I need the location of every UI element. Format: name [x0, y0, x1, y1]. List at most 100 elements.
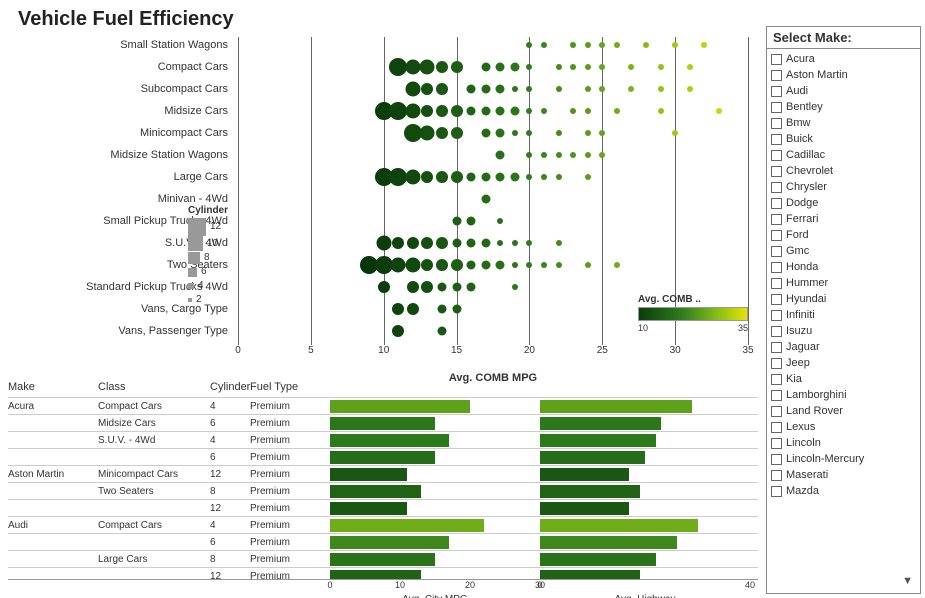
make-filter-item[interactable]: Acura	[771, 51, 916, 67]
data-point[interactable]	[556, 262, 562, 268]
checkbox-icon[interactable]	[771, 198, 782, 209]
data-point[interactable]	[376, 236, 391, 251]
checkbox-icon[interactable]	[771, 262, 782, 273]
data-point[interactable]	[496, 107, 505, 116]
data-point[interactable]	[405, 104, 420, 119]
data-point[interactable]	[467, 283, 476, 292]
table-row[interactable]: Two Seaters8Premium	[8, 482, 758, 499]
checkbox-icon[interactable]	[771, 278, 782, 289]
data-point[interactable]	[585, 152, 591, 158]
data-point[interactable]	[481, 107, 490, 116]
checkbox-icon[interactable]	[771, 374, 782, 385]
data-point[interactable]	[526, 64, 532, 70]
data-point[interactable]	[541, 42, 547, 48]
table-row[interactable]: 12Premium	[8, 499, 758, 516]
data-point[interactable]	[436, 259, 448, 271]
make-filter-item[interactable]: Honda	[771, 259, 916, 275]
data-point[interactable]	[436, 61, 448, 73]
data-point[interactable]	[526, 42, 532, 48]
data-point[interactable]	[526, 262, 532, 268]
data-point[interactable]	[452, 239, 461, 248]
data-point[interactable]	[405, 60, 420, 75]
checkbox-icon[interactable]	[771, 134, 782, 145]
make-filter-item[interactable]: Hummer	[771, 275, 916, 291]
data-point[interactable]	[512, 262, 518, 268]
data-point[interactable]	[585, 86, 591, 92]
data-point[interactable]	[405, 170, 420, 185]
make-filter-item[interactable]: Dodge	[771, 195, 916, 211]
checkbox-icon[interactable]	[771, 390, 782, 401]
data-point[interactable]	[556, 130, 562, 136]
make-filter-item[interactable]: Aston Martin	[771, 67, 916, 83]
data-point[interactable]	[438, 305, 447, 314]
table-row[interactable]: 12Premium	[8, 567, 758, 579]
data-point[interactable]	[451, 127, 463, 139]
data-point[interactable]	[570, 108, 576, 114]
data-point[interactable]	[556, 152, 562, 158]
data-point[interactable]	[541, 108, 547, 114]
make-filter-item[interactable]: Hyundai	[771, 291, 916, 307]
data-point[interactable]	[452, 283, 461, 292]
table-row[interactable]: Aston MartinMinicompact Cars12Premium	[8, 465, 758, 482]
make-filter-item[interactable]: Cadillac	[771, 147, 916, 163]
data-point[interactable]	[436, 127, 448, 139]
data-point[interactable]	[556, 86, 562, 92]
data-point[interactable]	[496, 173, 505, 182]
checkbox-icon[interactable]	[771, 486, 782, 497]
data-point[interactable]	[421, 259, 433, 271]
data-point[interactable]	[420, 126, 435, 141]
make-filter-item[interactable]: Gmc	[771, 243, 916, 259]
data-point[interactable]	[585, 262, 591, 268]
checkbox-icon[interactable]	[771, 182, 782, 193]
data-point[interactable]	[658, 86, 664, 92]
checkbox-icon[interactable]	[771, 422, 782, 433]
table-row[interactable]: AcuraCompact Cars4Premium	[8, 397, 758, 414]
data-point[interactable]	[451, 259, 463, 271]
checkbox-icon[interactable]	[771, 230, 782, 241]
checkbox-icon[interactable]	[771, 454, 782, 465]
checkbox-icon[interactable]	[771, 310, 782, 321]
data-point[interactable]	[526, 108, 532, 114]
data-point[interactable]	[438, 327, 447, 336]
data-point[interactable]	[541, 262, 547, 268]
data-point[interactable]	[451, 105, 463, 117]
make-filter-item[interactable]: Ford	[771, 227, 916, 243]
data-point[interactable]	[510, 63, 519, 72]
checkbox-icon[interactable]	[771, 342, 782, 353]
data-point[interactable]	[599, 86, 605, 92]
data-point[interactable]	[585, 64, 591, 70]
checkbox-icon[interactable]	[771, 102, 782, 113]
data-point[interactable]	[599, 42, 605, 48]
make-filter-item[interactable]: Land Rover	[771, 403, 916, 419]
data-point[interactable]	[451, 171, 463, 183]
data-point[interactable]	[496, 63, 505, 72]
data-point[interactable]	[392, 325, 404, 337]
data-point[interactable]	[467, 107, 476, 116]
data-point[interactable]	[391, 258, 406, 273]
make-filter-item[interactable]: Jaguar	[771, 339, 916, 355]
table-row[interactable]: 6Premium	[8, 533, 758, 550]
data-point[interactable]	[421, 237, 433, 249]
data-point[interactable]	[672, 130, 678, 136]
checkbox-icon[interactable]	[771, 214, 782, 225]
make-filter-item[interactable]: Ferrari	[771, 211, 916, 227]
data-point[interactable]	[687, 64, 693, 70]
data-point[interactable]	[452, 217, 461, 226]
data-point[interactable]	[481, 173, 490, 182]
th-make[interactable]: Make	[8, 381, 98, 393]
data-point[interactable]	[614, 42, 620, 48]
data-point[interactable]	[436, 237, 448, 249]
table-row[interactable]: Large Cars8Premium	[8, 550, 758, 567]
data-point[interactable]	[436, 105, 448, 117]
data-point[interactable]	[421, 83, 433, 95]
make-filter-item[interactable]: Lincoln	[771, 435, 916, 451]
data-point[interactable]	[481, 239, 490, 248]
data-point[interactable]	[467, 217, 476, 226]
checkbox-icon[interactable]	[771, 326, 782, 337]
checkbox-icon[interactable]	[771, 294, 782, 305]
data-point[interactable]	[452, 305, 461, 314]
data-point[interactable]	[497, 240, 503, 246]
data-point[interactable]	[526, 86, 532, 92]
data-point[interactable]	[585, 174, 591, 180]
make-filter-item[interactable]: Maserati	[771, 467, 916, 483]
